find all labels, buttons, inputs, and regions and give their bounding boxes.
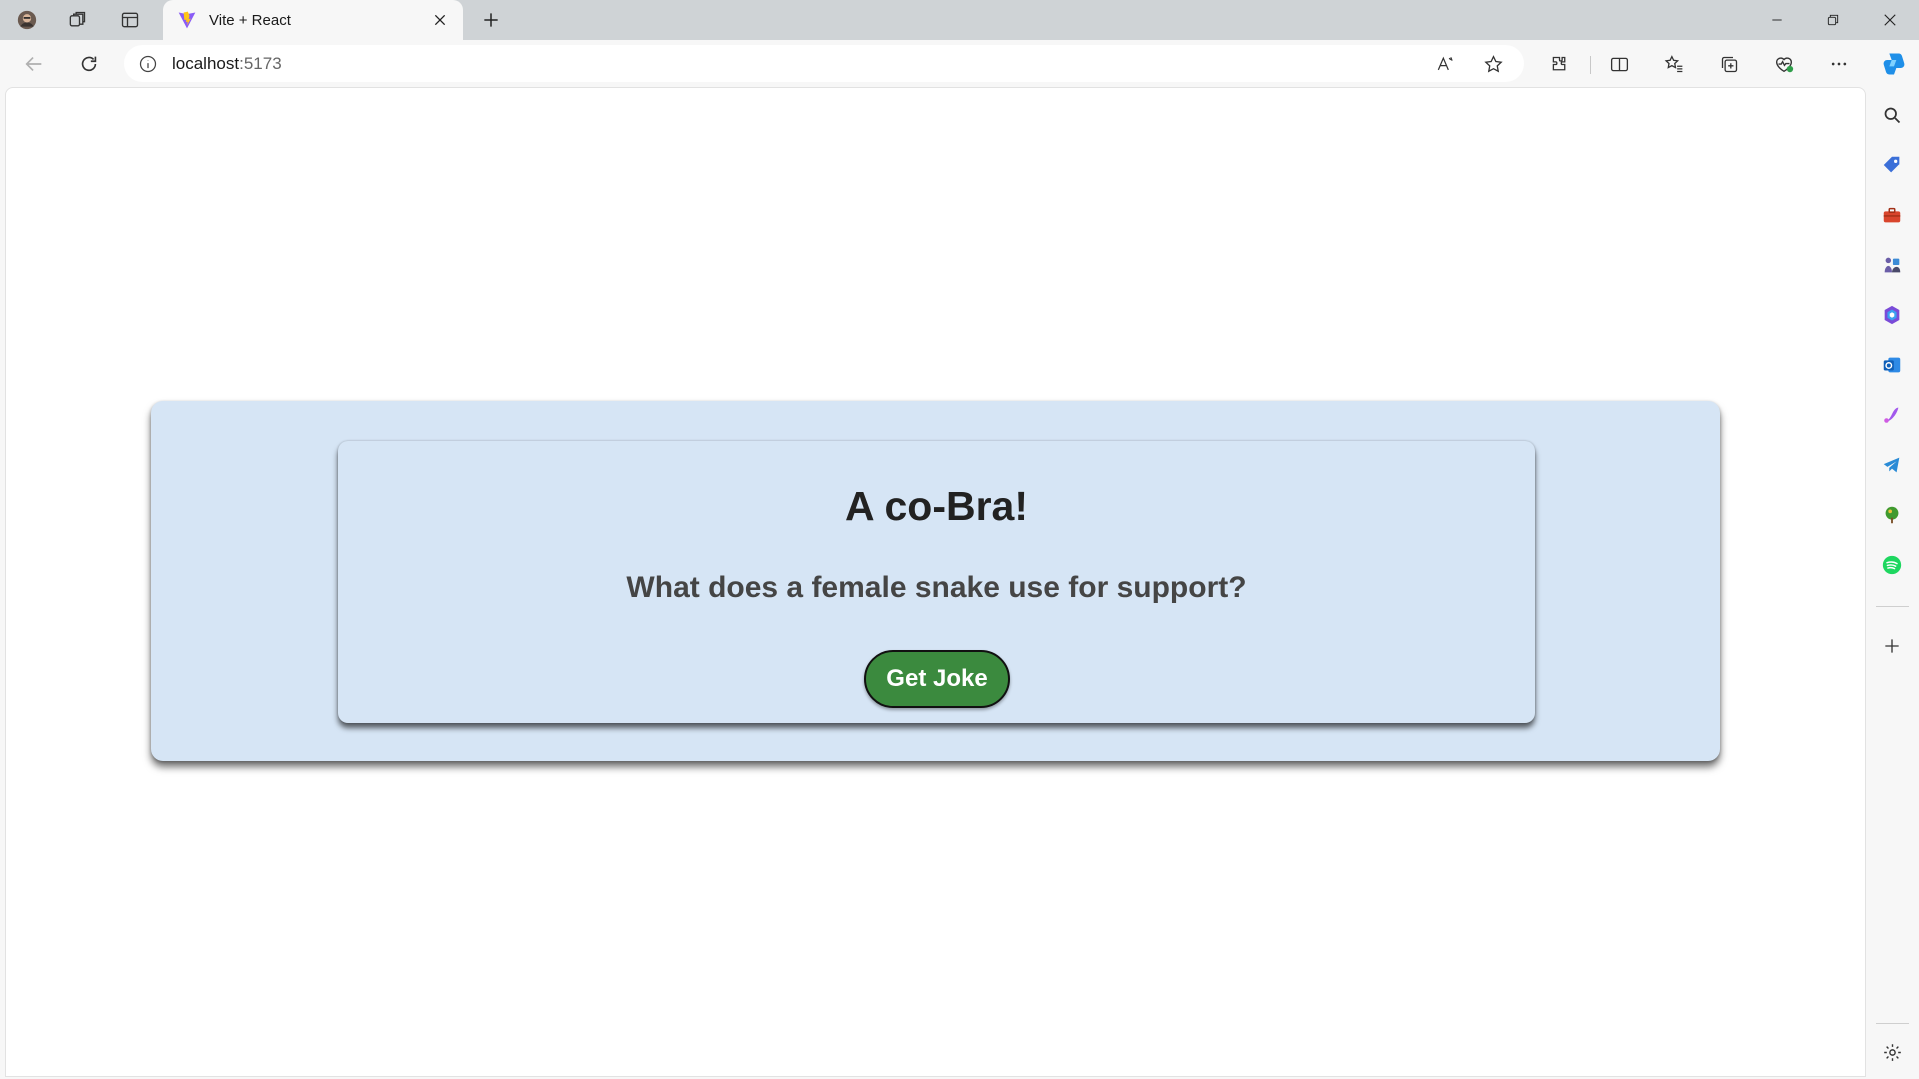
tab-vite-react[interactable]: Vite + React <box>163 0 463 40</box>
telegram-icon[interactable] <box>1877 450 1907 480</box>
new-tab-icon[interactable] <box>476 6 506 34</box>
settings-icon[interactable] <box>1877 1037 1907 1067</box>
search-icon[interactable] <box>1877 100 1907 130</box>
shopping-tag-icon[interactable] <box>1877 150 1907 180</box>
refresh-icon[interactable] <box>71 48 107 80</box>
tab-strip: Vite + React <box>0 0 1919 40</box>
site-info-icon[interactable] <box>138 54 158 74</box>
outlook-icon[interactable] <box>1877 350 1907 380</box>
minimize-icon[interactable] <box>1749 0 1805 40</box>
games-icon[interactable] <box>1877 250 1907 280</box>
copilot-icon[interactable] <box>1876 48 1912 80</box>
tab-title: Vite + React <box>209 11 291 29</box>
sidebar-divider-bottom <box>1876 1023 1909 1024</box>
toolbar-divider <box>1590 56 1591 74</box>
collections-icon[interactable] <box>1711 48 1747 80</box>
tools-icon[interactable] <box>1877 200 1907 230</box>
designer-icon[interactable] <box>1877 400 1907 430</box>
extensions-icon[interactable] <box>1541 48 1577 80</box>
address-bar[interactable]: localhost:5173 <box>124 45 1524 82</box>
joke-card: A co-Bra! What does a female snake use f… <box>338 441 1535 723</box>
read-aloud-icon[interactable] <box>1430 49 1460 79</box>
joke-punchline: A co-Bra! <box>845 483 1028 529</box>
vite-favicon-icon <box>177 10 197 30</box>
favorite-star-icon[interactable] <box>1478 49 1508 79</box>
url-port: :5173 <box>239 53 282 73</box>
url-host: localhost <box>172 53 240 73</box>
back-icon[interactable] <box>16 48 52 80</box>
joke-setup: What does a female snake use for support… <box>626 571 1247 604</box>
outer-card: A co-Bra! What does a female snake use f… <box>151 401 1720 761</box>
close-window-icon[interactable] <box>1862 0 1918 40</box>
tree-app-icon[interactable] <box>1877 500 1907 530</box>
restore-icon[interactable] <box>1805 0 1861 40</box>
microsoft-365-icon[interactable] <box>1877 300 1907 330</box>
add-icon[interactable] <box>1877 631 1907 661</box>
browser-essentials-icon[interactable] <box>1766 48 1802 80</box>
split-screen-icon[interactable] <box>1601 48 1637 80</box>
close-tab-icon[interactable] <box>429 9 451 31</box>
profile-avatar-icon[interactable] <box>12 6 42 34</box>
workspaces-icon[interactable] <box>62 6 92 34</box>
favorites-icon[interactable] <box>1656 48 1692 80</box>
url-text: localhost:5173 <box>172 54 282 74</box>
sidebar-divider <box>1876 606 1909 607</box>
spotify-icon[interactable] <box>1877 550 1907 580</box>
page-viewport: A co-Bra! What does a female snake use f… <box>5 87 1866 1077</box>
browser-sidebar <box>1866 87 1919 1079</box>
more-options-icon[interactable] <box>1821 48 1857 80</box>
vertical-tabs-icon[interactable] <box>115 6 145 34</box>
browser-toolbar: localhost:5173 <box>0 40 1919 87</box>
get-joke-button[interactable]: Get Joke <box>864 650 1010 708</box>
